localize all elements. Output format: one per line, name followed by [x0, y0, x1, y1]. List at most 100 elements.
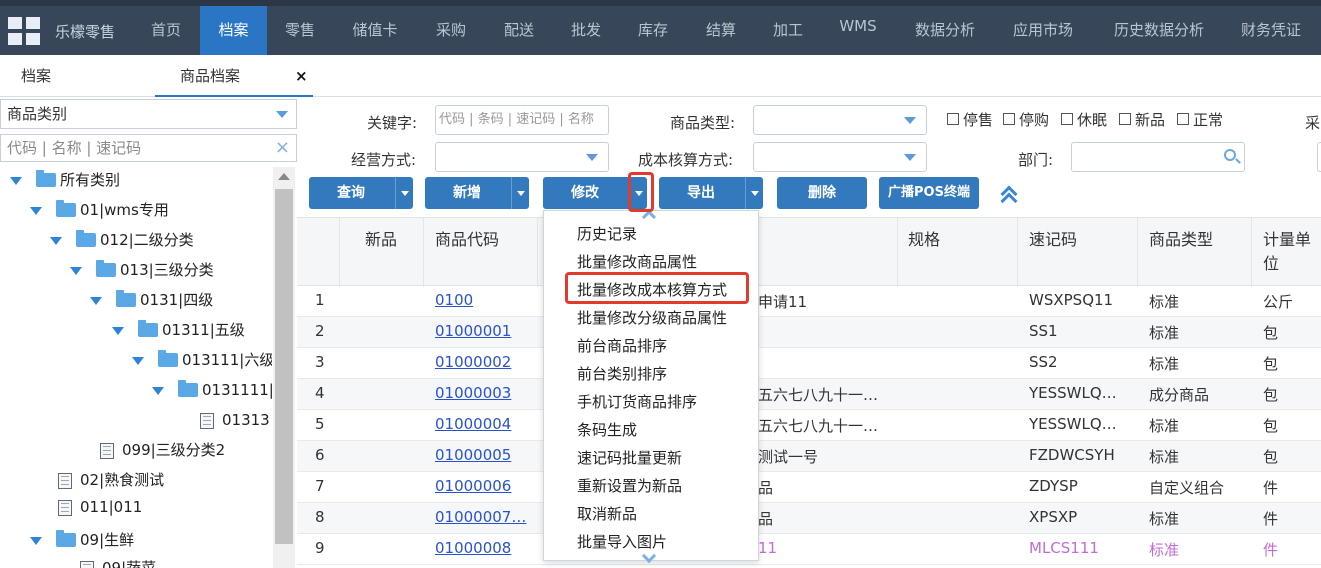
cost-method-select[interactable] — [753, 142, 927, 172]
table-row[interactable]: 2 01000001 SS1 标准包 — [297, 317, 1321, 348]
product-type-select[interactable] — [753, 105, 927, 135]
grid-header: 新品 商品代码 规格 速记码 商品类型 计量单位 — [297, 217, 1321, 287]
category-select[interactable]: 商品类别 — [0, 99, 297, 129]
expand-icon[interactable] — [10, 176, 22, 185]
nav-stored-value-card[interactable]: 储值卡 — [340, 6, 410, 55]
nav-data-analysis[interactable]: 数据分析 — [902, 6, 988, 55]
top-nav-bar: 乐檬零售 首页 档案 零售 储值卡 采购 配送 批发 库存 结算 加工 WMS … — [0, 0, 1321, 55]
tree-node[interactable]: 012|二级分类 — [50, 227, 194, 253]
nav-distribution[interactable]: 配送 — [488, 6, 550, 55]
table-row[interactable]: 8 01000007… 品 XPSXP 标准件 — [297, 503, 1321, 534]
tab-archive[interactable]: 档案 — [21, 55, 51, 97]
delete-button[interactable]: 删除 — [777, 177, 867, 209]
collapse-up-icon[interactable] — [1000, 184, 1018, 204]
document-icon — [58, 499, 72, 516]
menu-item-barcode-generate[interactable]: 条码生成 — [577, 416, 637, 444]
expand-icon[interactable] — [50, 236, 62, 245]
table-row[interactable]: 1 0100 申请11 WSXPSQ11 标准 公斤 — [297, 286, 1321, 317]
add-dropdown-icon[interactable] — [511, 177, 529, 209]
table-row[interactable]: 6 01000005 测试一号 FZDWCSYH 标准包 — [297, 441, 1321, 472]
tree-node[interactable]: 011|011 — [58, 494, 142, 520]
menu-item-abbr-batch-update[interactable]: 速记码批量更新 — [577, 444, 682, 472]
tree-node[interactable]: 01|wms专用 — [30, 197, 169, 223]
nav-retail[interactable]: 零售 — [270, 6, 330, 55]
tree-node[interactable]: 013111|六级 — [132, 347, 272, 373]
tree-node[interactable]: 0131|四级 — [90, 287, 213, 313]
clear-icon[interactable]: × — [275, 135, 290, 161]
checkbox-dormant[interactable]: 休眠 — [1061, 109, 1107, 130]
expand-icon[interactable] — [30, 206, 42, 215]
business-mode-select[interactable] — [435, 142, 609, 172]
table-row[interactable]: 5 01000004 五六七八九十一… YESSWLQ… 标准包 — [297, 410, 1321, 441]
menu-item-front-category-sort[interactable]: 前台类别排序 — [577, 360, 667, 388]
col-product-code[interactable]: 商品代码 — [435, 226, 499, 250]
search-icon[interactable] — [1224, 149, 1236, 161]
checkbox-stop-purchase[interactable]: 停购 — [1003, 109, 1049, 130]
broadcast-pos-button[interactable]: 广播POS终端 — [879, 177, 979, 209]
col-abbr[interactable]: 速记码 — [1029, 226, 1077, 250]
expand-icon[interactable] — [30, 536, 42, 545]
nav-home[interactable]: 首页 — [134, 6, 198, 55]
nav-purchase[interactable]: 采购 — [420, 6, 482, 55]
nav-inventory[interactable]: 库存 — [622, 6, 684, 55]
tree-node[interactable]: 0131111|- — [152, 377, 272, 403]
tree-node[interactable]: 09|蔬菜 — [80, 555, 156, 568]
tree-scrollbar[interactable] — [273, 167, 295, 568]
menu-item-mobile-order-sort[interactable]: 手机订货商品排序 — [577, 388, 697, 416]
menu-item-batch-import-images[interactable]: 批量导入图片 — [577, 528, 667, 556]
expand-icon[interactable] — [132, 356, 144, 365]
category-panel: 商品类别 代码 | 名称 | 速记码 × 所有类别 01|wms专用 012|二… — [0, 97, 297, 568]
checkbox-new-product[interactable]: 新品 — [1119, 109, 1165, 130]
scrollbar-thumb[interactable] — [275, 189, 293, 544]
expand-icon[interactable] — [152, 386, 164, 395]
category-search-input[interactable]: 代码 | 名称 | 速记码 × — [0, 134, 297, 162]
tree-node[interactable]: 所有类别 — [10, 167, 120, 193]
nav-app-market[interactable]: 应用市场 — [1000, 6, 1086, 55]
right-edge-input[interactable] — [1317, 142, 1321, 172]
query-dropdown-icon[interactable] — [395, 177, 413, 209]
department-input[interactable] — [1071, 142, 1245, 172]
checkbox-stop-sale[interactable]: 停售 — [947, 109, 993, 130]
tree-node[interactable]: 01313 — [200, 407, 270, 433]
app-grid-icon[interactable] — [8, 17, 40, 45]
menu-item-cancel-new[interactable]: 取消新品 — [577, 500, 637, 528]
table-row[interactable]: 4 01000003 五六七八九十一… YESSWLQ… 成分商品包 — [297, 379, 1321, 410]
menu-item-front-product-sort[interactable]: 前台商品排序 — [577, 332, 667, 360]
nav-settlement[interactable]: 结算 — [690, 6, 752, 55]
menu-item-reset-as-new[interactable]: 重新设置为新品 — [577, 472, 682, 500]
add-button[interactable]: 新增 — [425, 177, 529, 209]
tree-node[interactable]: 013|三级分类 — [70, 257, 214, 283]
expand-icon[interactable] — [90, 296, 102, 305]
nav-wms[interactable]: WMS — [827, 2, 889, 51]
scroll-up-icon[interactable] — [278, 173, 290, 180]
col-product-type[interactable]: 商品类型 — [1149, 226, 1213, 250]
col-unit[interactable]: 计量单位 — [1263, 226, 1321, 274]
table-row[interactable]: 3 01000002 SS2 标准包 — [297, 348, 1321, 379]
nav-processing[interactable]: 加工 — [757, 6, 819, 55]
menu-scroll-down-icon[interactable] — [643, 556, 655, 564]
nav-archive[interactable]: 档案 — [200, 6, 267, 55]
checkbox-normal[interactable]: 正常 — [1177, 109, 1223, 130]
tree-node[interactable]: 02|熟食测试 — [58, 467, 164, 493]
nav-finance-voucher[interactable]: 财务凭证 — [1228, 6, 1314, 55]
tab-close-icon[interactable]: × — [295, 67, 308, 85]
keyword-input[interactable]: 代码 | 条码 | 速记码 | 名称 — [435, 105, 609, 135]
nav-wholesale[interactable]: 批发 — [555, 6, 617, 55]
query-button[interactable]: 查询 — [309, 177, 413, 209]
expand-icon[interactable] — [70, 266, 82, 275]
table-row[interactable]: 9 01000008 11 MLCS111 标准件 — [297, 534, 1321, 565]
tab-product-archive[interactable]: 商品档案 — [155, 55, 313, 97]
col-spec[interactable]: 规格 — [908, 226, 940, 250]
export-dropdown-icon[interactable] — [745, 177, 763, 209]
expand-icon[interactable] — [112, 326, 124, 335]
tree-node[interactable]: 01311|五级 — [112, 317, 245, 343]
table-row[interactable]: 7 01000006 品 ZDYSP 自定义组合件 — [297, 472, 1321, 503]
menu-item-history[interactable]: 历史记录 — [577, 220, 637, 248]
tree-node[interactable]: 09|生鲜 — [30, 527, 134, 553]
nav-history-analysis[interactable]: 历史数据分析 — [1100, 6, 1218, 55]
highlight-edit-dropdown — [628, 172, 654, 212]
tree-node[interactable]: 099|三级分类2 — [100, 437, 225, 463]
menu-item-batch-edit-graded-attributes[interactable]: 批量修改分级商品属性 — [577, 304, 727, 332]
export-button[interactable]: 导出 — [659, 177, 763, 209]
col-new[interactable]: 新品 — [365, 226, 397, 250]
